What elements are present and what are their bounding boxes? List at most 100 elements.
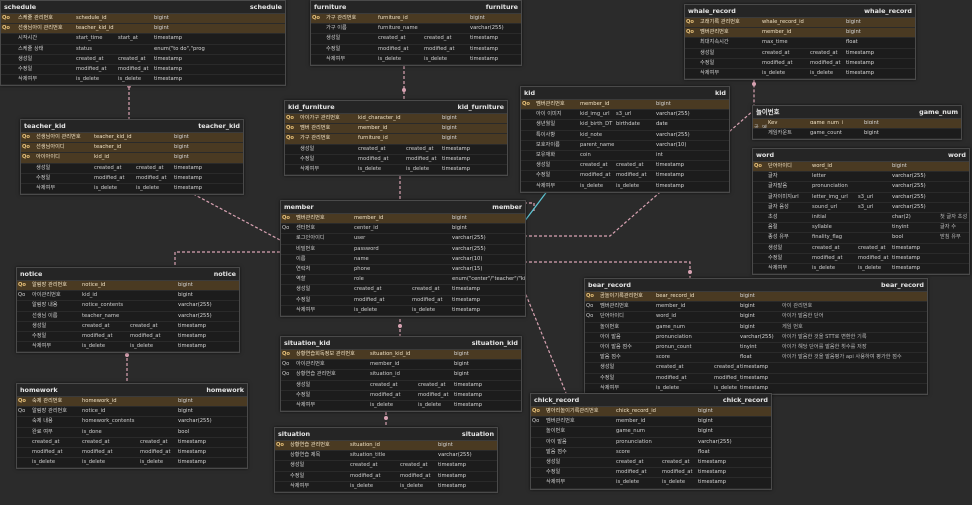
table-row[interactable]: Qo 멤버관리번호 member_id bigint xyxy=(685,28,915,39)
table-row[interactable]: Qo 숙제 관리번호 homework_id bigint xyxy=(17,397,247,408)
table-row[interactable]: Qo 선생님아이디 teacher_id bigint xyxy=(21,143,243,154)
table-row[interactable]: 보호자이름 parent_name varchar(10) xyxy=(521,141,729,151)
table-row[interactable]: 삭제여부 is_delete is_delete timestamp xyxy=(281,306,525,316)
table-row[interactable]: 연락처 phone varchar(15) xyxy=(281,265,525,276)
table-word[interactable]: word word Qo 단어아이디 word_id bigint 글자 letter varc… xyxy=(752,148,970,276)
table-row[interactable]: 삭제여부 is_delete is_delete timestamp xyxy=(311,55,521,65)
erd-canvas[interactable]: schedule schedule Qo 스케줄 관리번호 schedule_id big… xyxy=(0,0,972,505)
table-row[interactable]: 놀이번호 game_num bigint 게임 번호 xyxy=(585,323,927,333)
table-row[interactable]: Qo 멤버 관리번호 member_id bigint xyxy=(285,124,507,135)
table-row[interactable]: Qo 상황연습회독정보 관리번호 situation_kid_id bigint xyxy=(281,350,521,361)
table-row[interactable]: 수정일modified_atmodified_attimestamp xyxy=(531,468,771,479)
table-teacher_kid[interactable]: teacher_kid teacher_kid Qo 선생님아이 관리번호 teache… xyxy=(20,119,244,196)
table-row[interactable]: Key game_num_id bigint 곰, 벵아리게임 시퀀스 xyxy=(753,119,961,130)
table-row[interactable]: 수정일modified_atmodified_attimestamp xyxy=(275,472,497,482)
table-row[interactable]: 삭제여부 is_delete is_delete timestamp xyxy=(281,401,521,412)
table-row[interactable]: Qo 병아리놀이기록관리번호 chick_record_id bigint xyxy=(531,407,771,418)
table-row[interactable]: 수정일modified_atmodified_attimestamp xyxy=(311,45,521,55)
table-row[interactable]: 수정일modified_atmodified_attimestamp xyxy=(753,254,969,264)
table-row[interactable]: 완료 여부 is_done bool xyxy=(17,428,247,438)
table-row[interactable]: Qo 상황연습 관리번호 situation_id bigint xyxy=(281,370,521,381)
table-row[interactable]: Qo 아이아이디 kid_id bigint xyxy=(21,153,243,164)
table-row[interactable]: 특이사항 kid_note varchar(255) xyxy=(521,131,729,141)
table-row[interactable]: is_delete is_delete is_delete timestamp xyxy=(17,458,247,469)
table-row[interactable]: 글자이미지url letter_img_url s3_url varchar(255) xyxy=(753,193,969,203)
table-row[interactable]: 시작시간 start_time start_at timestamp xyxy=(1,34,285,45)
table-row[interactable]: 숙제 내용 homework_contents varchar(255) xyxy=(17,417,247,428)
table-row[interactable]: 수정일modified_atmodified_attimestamp xyxy=(585,374,927,384)
table-row[interactable]: Qo 아이관리번호 kid_id bigint xyxy=(17,291,239,302)
table-row[interactable]: created_at created_at created_at timestamp xyxy=(17,438,247,448)
table-row[interactable]: 생년월일 kid_birth_DT birthdate date xyxy=(521,120,729,131)
table-row[interactable]: 생성일 created_at created_at timestamp xyxy=(281,381,521,391)
table-row[interactable]: 알림장 내용 notice_contents varchar(255) xyxy=(17,301,239,312)
table-row[interactable]: Qo 상황연습 관리번호 situation_id bigint xyxy=(275,441,497,452)
table-row[interactable]: 발음 점수 score float 아이가 발음한 것을 발음평가 api 사용하여 … xyxy=(585,353,927,364)
table-row[interactable]: 수정일modified_atmodified_attimestamp xyxy=(17,332,239,343)
table-row[interactable]: 글자 letter varchar(255) xyxy=(753,172,969,183)
table-row[interactable]: 놀이번호 game_num bigint xyxy=(531,427,771,438)
table-row[interactable]: Qo 단어아이디 word_id bigint 아이가 발음한 단어 xyxy=(585,312,927,323)
table-row[interactable]: 수정일modified_atmodified_attimestamp xyxy=(285,155,507,165)
table-row[interactable]: 생성일 created_at created_at timestamp xyxy=(753,244,969,254)
table-row[interactable]: Qo 선생님아이 관리번호 teacher_kid_id bigint xyxy=(1,24,285,35)
table-situation[interactable]: situation situation Qo 상황연습 관리번호 situation_i… xyxy=(274,427,498,493)
table-row[interactable]: 글자 음성 sound_url s3_url varchar(255) xyxy=(753,203,969,213)
table-row[interactable]: Qo 고래기록 관리번호 whale_record_id bigint xyxy=(685,18,915,29)
table-row[interactable]: 생성일 created_at created_at timestamp xyxy=(17,322,239,332)
table-row[interactable]: 게임카운트 game_count bigint xyxy=(753,129,961,140)
table-row[interactable]: Qo 멤버관리번호 member_id bigint xyxy=(281,214,525,225)
table-row[interactable]: 삭제여부 is_delete is_delete timestamp xyxy=(531,478,771,489)
table-row[interactable]: 생성일 created_at created_at timestamp xyxy=(521,161,729,172)
table-row[interactable]: 상황연습 제목 situation_title varchar(255) xyxy=(275,451,497,462)
table-row[interactable]: 수정일modified_atmodified_attimestamp xyxy=(21,174,243,184)
table-row[interactable]: 수정일modified_atmodified_attimestamp xyxy=(521,171,729,182)
table-row[interactable]: Qo 가구 관리번호 furniture_id bigint xyxy=(311,14,521,25)
table-row[interactable]: 삭제여부 is_delete is_delete timestamp xyxy=(685,69,915,80)
table-row[interactable]: Qo 멤버관리번호 member_id bigint xyxy=(531,417,771,428)
table-row[interactable]: modified_at modified_at modified_at timesta… xyxy=(17,448,247,459)
table-row[interactable]: Qo 곰놀이기록관리번호 bear_record_id bigint xyxy=(585,292,927,303)
table-row[interactable]: 보유재화 coin int xyxy=(521,151,729,162)
table-row[interactable]: 삭제여부 is_delete is_delete timestamp xyxy=(285,165,507,176)
table-member[interactable]: member member Qo 멤버관리번호 member_id bigint Qo 센터번… xyxy=(280,200,526,317)
table-row[interactable]: Qo 알림장 관리번호 notice_id bigint xyxy=(17,281,239,292)
table-row[interactable]: 아이 이미지 kid_img_url s3_url varchar(255) xyxy=(521,110,729,121)
table-row[interactable]: 삭제여부 is_delete is_delete timestamp xyxy=(17,342,239,353)
table-row[interactable]: Qo 가구 관리번호 furniture_id bigint xyxy=(285,134,507,145)
table-row[interactable]: 음절 syllable tinyint 글자 수 xyxy=(753,223,969,234)
table-row[interactable]: 비밀번호 password varchar(255) xyxy=(281,245,525,255)
table-row[interactable]: 역할 role enum("center"/"teacher"/"kid") xyxy=(281,275,525,286)
table-kid_furniture[interactable]: kid_furniture kid_furniture Qo 아이가구 관리번호 kid… xyxy=(284,100,508,177)
table-row[interactable]: 수정일modified_atmodified_attimestamp xyxy=(281,391,521,401)
table-row[interactable]: 수정일modified_atmodified_attimestamp xyxy=(1,65,285,76)
table-row[interactable]: 수정일modified_atmodified_attimestamp xyxy=(685,59,915,69)
table-row[interactable]: 생성일 created_at created_at timestamp xyxy=(285,145,507,155)
table-row[interactable]: 생성일 created_at created_at timestamp xyxy=(1,55,285,65)
table-row[interactable]: Qo 알림장 관리번호 notice_id bigint xyxy=(17,407,247,418)
table-homework[interactable]: homework homework Qo 숙제 관리번호 homework_id bigi… xyxy=(16,383,248,470)
table-row[interactable]: Qo 아이관리번호 member_id bigint xyxy=(281,360,521,371)
table-row[interactable]: 생성일 created_at created_at timestamp xyxy=(531,458,771,469)
table-row[interactable]: 삭제여부 is_delete is_delete timestamp xyxy=(521,182,729,192)
table-row[interactable]: 종성 유무 finality_flag bool 받침 유무 xyxy=(753,233,969,244)
table-notice[interactable]: notice notice Qo 알림장 관리번호 notice_id bigint Qo 아… xyxy=(16,267,240,354)
table-kid[interactable]: kid kid Qo 멤버관리번호 member_id bigint 아이 이미지 kid_i… xyxy=(520,86,730,193)
table-row[interactable]: 삭제여부 is_delete is_delete timestamp xyxy=(753,264,969,275)
table-row[interactable]: 선생님 이름 teacher_name varchar(255) xyxy=(17,312,239,322)
table-row[interactable]: Qo 선생님아이 관리번호 teacher_kid_id bigint xyxy=(21,133,243,144)
table-row[interactable]: 삭제여부 is_delete is_delete timestamp xyxy=(275,482,497,492)
table-row[interactable]: 삭제여부 is_delete is_delete timestamp xyxy=(1,75,285,86)
table-row[interactable]: 생성일 created_at created_at timestamp xyxy=(281,285,525,296)
table-row[interactable]: 수정일modified_atmodified_attimestamp xyxy=(281,296,525,306)
table-row[interactable]: 최대지속시간 max_time float xyxy=(685,38,915,49)
table-row[interactable]: Qo 스케줄 관리번호 schedule_id bigint xyxy=(1,14,285,25)
table-row[interactable]: 로그인아이디 user varchar(255) xyxy=(281,234,525,245)
table-row[interactable]: 이름 name varchar(10) xyxy=(281,255,525,265)
table-row[interactable]: Qo 센터번호 center_id bigint xyxy=(281,224,525,235)
table-row[interactable]: Qo 단어아이디 word_id bigint xyxy=(753,162,969,173)
table-situation_kid[interactable]: situation_kid situation_kid Qo 상황연습회독정보 관리번… xyxy=(280,336,522,413)
table-row[interactable]: 발음 점수 score float xyxy=(531,448,771,458)
table-row[interactable]: 생성일 created_at created_at timestamp xyxy=(311,34,521,45)
table-schedule[interactable]: schedule schedule Qo 스케줄 관리번호 schedule_id big… xyxy=(0,0,286,87)
